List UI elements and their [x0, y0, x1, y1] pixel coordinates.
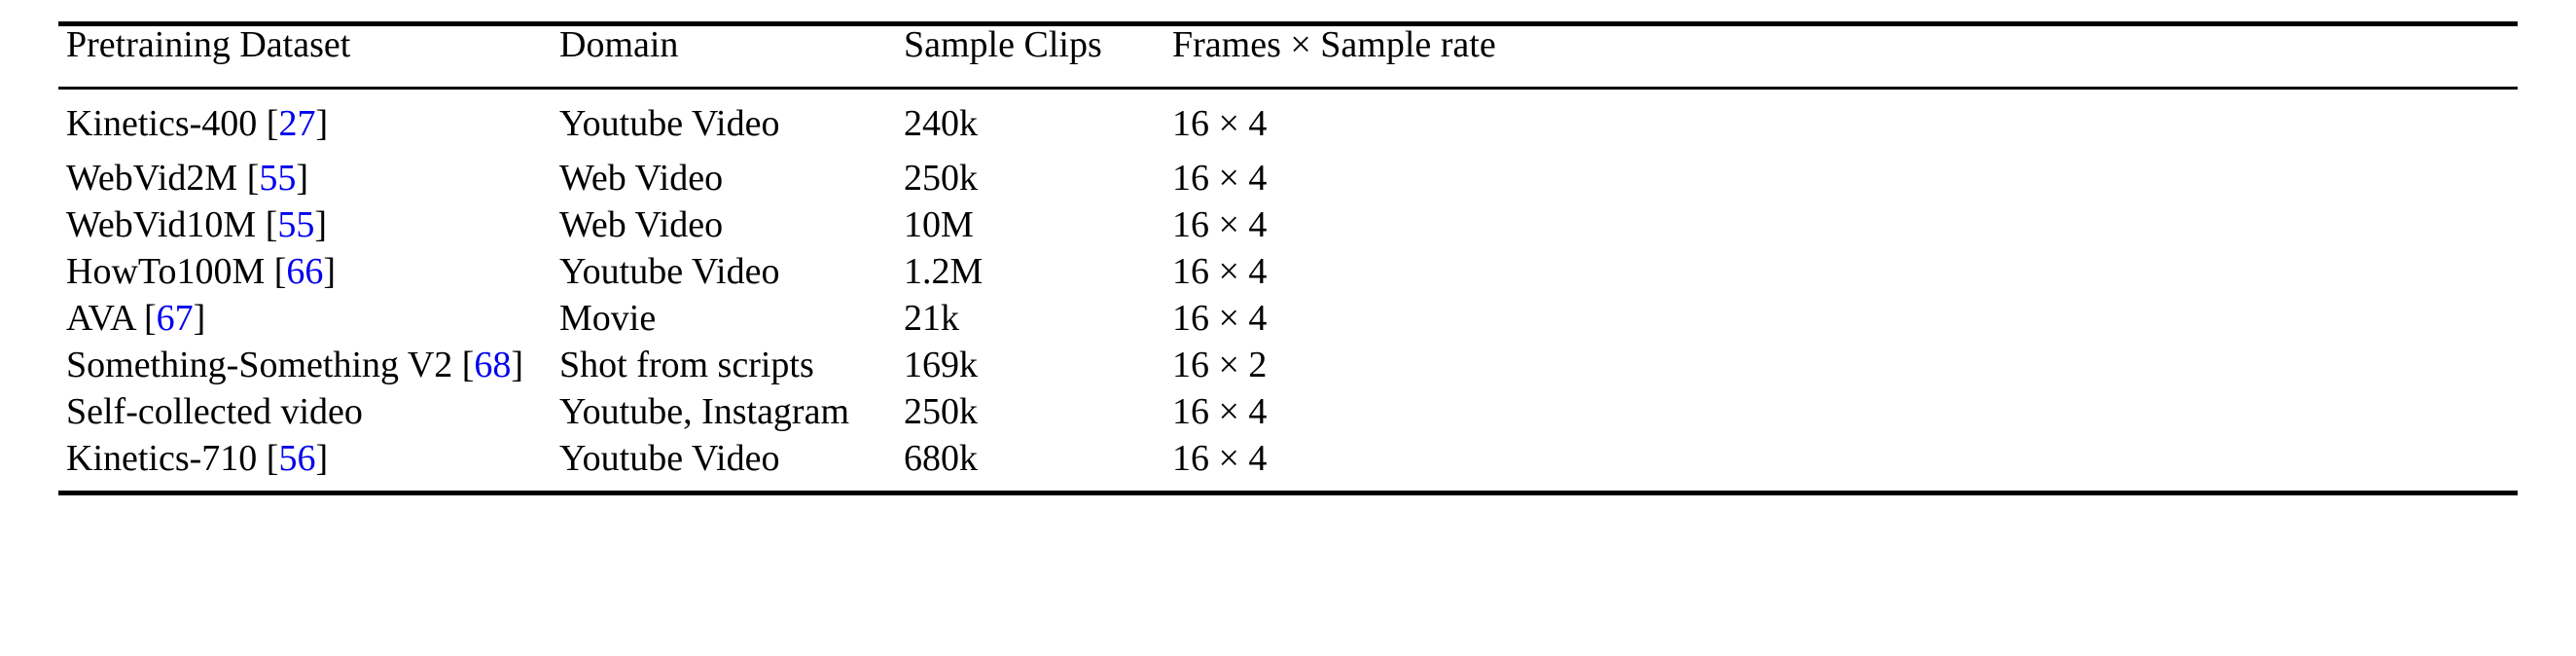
citation-bracket-close: ]	[315, 438, 329, 479]
cell-dataset: Kinetics-400 [27]	[58, 90, 557, 160]
citation: [67]	[134, 298, 205, 339]
cell-frames-sample-rate: 16 × 4	[1172, 103, 1268, 144]
dataset-name: AVA	[66, 298, 135, 339]
cell-domain: Youtube Video	[559, 103, 780, 144]
table-row: HowTo100M [66] Youtube Video 1.2M 16 × 4	[58, 253, 2518, 300]
citation-bracket-open: [	[266, 438, 279, 479]
table-row: Kinetics-710 [56] Youtube Video 680k 16 …	[58, 440, 2518, 491]
cell-frames-sample-rate: 16 × 4	[1172, 391, 1268, 432]
cell-domain: Web Video	[559, 158, 724, 199]
cell-dataset: WebVid2M [55]	[58, 160, 557, 206]
citation-bracket-open: [	[143, 298, 157, 339]
citation-bracket-open: [	[246, 158, 260, 199]
table-row: Kinetics-400 [27] Youtube Video 240k 16 …	[58, 90, 2518, 160]
table-bottom-rule	[58, 491, 2518, 495]
table-body-wrapper: Kinetics-400 [27] Youtube Video 240k 16 …	[58, 90, 2518, 491]
dataset-name: HowTo100M	[66, 251, 266, 292]
cell-sample-clips: 250k	[904, 158, 978, 199]
pretraining-dataset-table: Pretraining Dataset Domain Sample Clips …	[58, 21, 2518, 495]
cell-sample-clips: 21k	[904, 298, 959, 339]
cell-domain: Youtube Video	[559, 251, 780, 292]
citation: [56]	[257, 438, 328, 479]
table-header-row: Pretraining Dataset Domain Sample Clips …	[58, 26, 2518, 87]
cell-dataset: HowTo100M [66]	[58, 253, 557, 300]
cell-frames-sample-rate: 16 × 4	[1172, 251, 1268, 292]
table-row: Something-Something V2 [68] Shot from sc…	[58, 346, 2518, 393]
cell-dataset: Something-Something V2 [68]	[58, 346, 557, 393]
cell-dataset: Kinetics-710 [56]	[58, 440, 557, 491]
dataset-name: Kinetics-710	[66, 438, 258, 479]
citation-number[interactable]: 66	[286, 251, 323, 292]
cell-frames-sample-rate: 16 × 2	[1172, 345, 1268, 385]
citation-bracket-close: ]	[323, 251, 337, 292]
table-body: Kinetics-400 [27] Youtube Video 240k 16 …	[58, 90, 2518, 491]
dataset-name: Something-Something V2	[66, 345, 453, 385]
table-row: AVA [67] Movie 21k 16 × 4	[58, 300, 2518, 346]
cell-sample-clips: 250k	[904, 391, 978, 432]
cell-dataset: WebVid10M [55]	[58, 206, 557, 253]
cell-sample-clips: 1.2M	[904, 251, 984, 292]
column-header-frames-sample-rate: Frames × Sample rate	[1170, 26, 2518, 87]
dataset-name: WebVid10M	[66, 204, 257, 245]
cell-domain: Movie	[559, 298, 657, 339]
table-row: WebVid10M [55] Web Video 10M 16 × 4	[58, 206, 2518, 253]
cell-frames-sample-rate: 16 × 4	[1172, 204, 1268, 245]
dataset-name: Self-collected video	[66, 391, 363, 432]
citation-bracket-open: [	[266, 103, 279, 144]
citation-number[interactable]: 55	[277, 204, 314, 245]
cell-frames-sample-rate: 16 × 4	[1172, 298, 1268, 339]
cell-domain: Youtube, Instagram	[559, 391, 850, 432]
citation-number[interactable]: 56	[278, 438, 315, 479]
cell-domain: Shot from scripts	[559, 345, 814, 385]
column-header-domain-label: Domain	[559, 24, 679, 65]
citation: [68]	[452, 345, 523, 385]
cell-dataset: Self-collected video	[58, 393, 557, 440]
cell-domain: Youtube Video	[559, 438, 780, 479]
column-header-domain: Domain	[557, 26, 902, 87]
cell-sample-clips: 10M	[904, 204, 974, 245]
cell-frames-sample-rate: 16 × 4	[1172, 438, 1268, 479]
citation-number[interactable]: 67	[157, 298, 194, 339]
column-header-sample-clips: Sample Clips	[902, 26, 1170, 87]
citation-number[interactable]: 27	[278, 103, 315, 144]
citation-number[interactable]: 68	[474, 345, 511, 385]
citation: [55]	[256, 204, 327, 245]
column-header-sample-clips-label: Sample Clips	[904, 24, 1102, 65]
table: Pretraining Dataset Domain Sample Clips …	[58, 26, 2518, 87]
cell-sample-clips: 680k	[904, 438, 978, 479]
column-header-pretraining-dataset-label: Pretraining Dataset	[66, 24, 351, 65]
citation-bracket-close: ]	[314, 204, 328, 245]
citation-bracket-close: ]	[296, 158, 309, 199]
citation-bracket-close: ]	[315, 103, 329, 144]
citation-bracket-close: ]	[193, 298, 206, 339]
cell-sample-clips: 240k	[904, 103, 978, 144]
table-header: Pretraining Dataset Domain Sample Clips …	[58, 26, 2518, 87]
column-header-pretraining-dataset: Pretraining Dataset	[58, 26, 557, 87]
cell-domain: Web Video	[559, 204, 724, 245]
table-row: Self-collected video Youtube, Instagram …	[58, 393, 2518, 440]
cell-sample-clips: 169k	[904, 345, 978, 385]
cell-dataset: AVA [67]	[58, 300, 557, 346]
citation-bracket-open: [	[273, 251, 287, 292]
citation: [66]	[265, 251, 336, 292]
citation-bracket-close: ]	[511, 345, 524, 385]
dataset-name: Kinetics-400	[66, 103, 258, 144]
citation: [27]	[257, 103, 328, 144]
citation: [55]	[237, 158, 308, 199]
citation-bracket-open: [	[461, 345, 475, 385]
citation-number[interactable]: 55	[259, 158, 296, 199]
table-row: WebVid2M [55] Web Video 250k 16 × 4	[58, 160, 2518, 206]
dataset-name: WebVid2M	[66, 158, 238, 199]
citation-bracket-open: [	[265, 204, 278, 245]
cell-frames-sample-rate: 16 × 4	[1172, 158, 1268, 199]
column-header-frames-sample-rate-label: Frames × Sample rate	[1172, 24, 1496, 65]
